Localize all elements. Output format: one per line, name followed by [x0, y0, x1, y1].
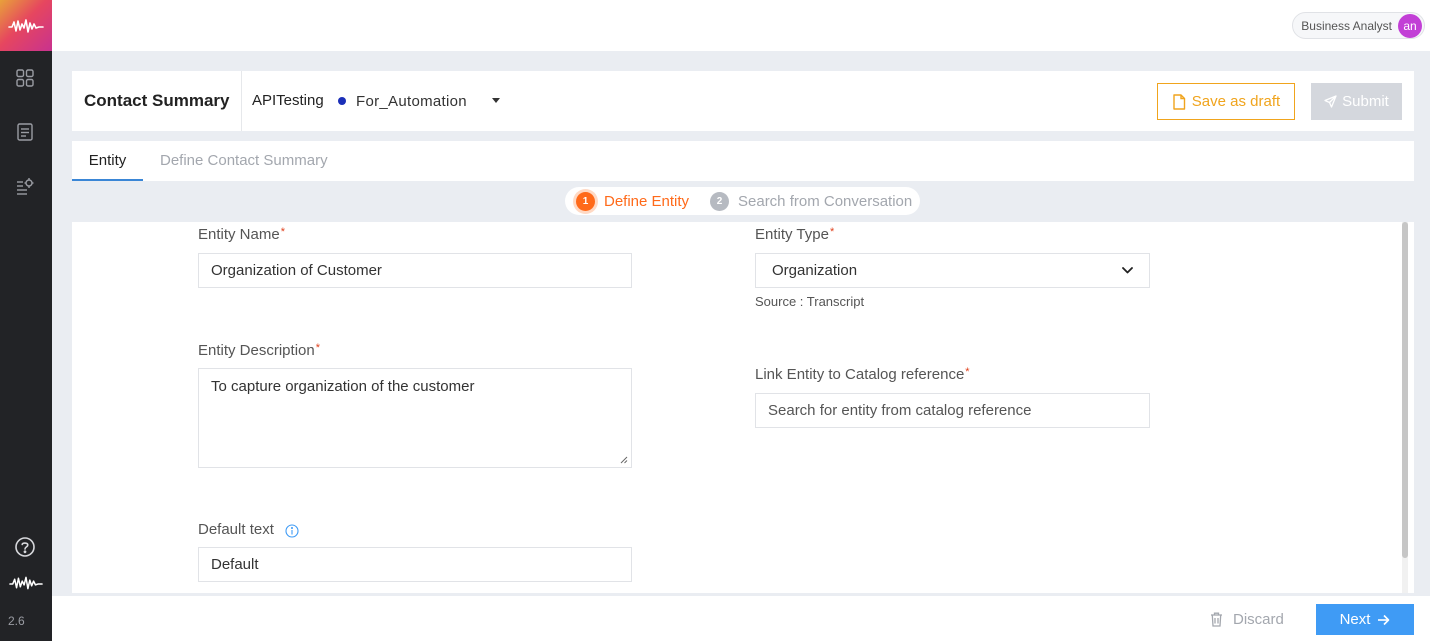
next-button[interactable]: Next	[1316, 604, 1414, 635]
environment-selector[interactable]: For_Automation	[356, 93, 467, 110]
environment-status-dot	[338, 97, 346, 105]
tab-entity[interactable]: Entity	[72, 141, 143, 181]
save-draft-button[interactable]: Save as draft	[1157, 83, 1295, 120]
header-divider	[241, 71, 242, 131]
top-bar: Business Analyst an	[52, 0, 1430, 51]
catalog-reference-placeholder: Search for entity from catalog reference	[768, 402, 1032, 419]
required-marker: *	[829, 226, 835, 238]
project-name: APITesting	[252, 92, 324, 109]
scrollbar-thumb[interactable]	[1402, 222, 1408, 558]
caret-down-icon[interactable]	[492, 98, 500, 103]
step-1-label[interactable]: Define Entity	[604, 193, 689, 210]
sidebar: 2.6	[0, 0, 52, 641]
discard-label: Discard	[1233, 610, 1284, 628]
page-title: Contact Summary	[84, 91, 230, 110]
entity-type-label: Entity Type*	[755, 226, 834, 243]
chevron-down-icon	[1122, 267, 1133, 274]
step-2-label[interactable]: Search from Conversation	[738, 193, 912, 210]
tab-define-contact-summary[interactable]: Define Contact Summary	[160, 141, 328, 181]
avatar: an	[1398, 13, 1422, 38]
entity-type-value: Organization	[772, 262, 858, 279]
grid-icon[interactable]	[14, 67, 36, 89]
entity-type-source-hint: Source : Transcript	[755, 294, 865, 309]
stepper: 1 Define Entity 2 Search from Conversati…	[565, 187, 920, 215]
submit-button[interactable]: Submit	[1311, 83, 1402, 120]
step-2-badge: 2	[710, 192, 729, 211]
catalog-reference-label-text: Link Entity to Catalog reference	[755, 366, 965, 383]
catalog-reference-label: Link Entity to Catalog reference*	[755, 366, 970, 383]
send-icon	[1324, 95, 1337, 108]
entity-type-label-text: Entity Type	[755, 226, 829, 243]
default-text-input[interactable]: Default	[198, 547, 632, 582]
page-header: Contact Summary APITesting For_Automatio…	[72, 71, 1414, 131]
app-version: 2.6	[8, 614, 25, 628]
entity-form: Entity Name* Organization of Customer En…	[72, 222, 1414, 593]
entity-description-label: Entity Description*	[198, 342, 320, 359]
footer-bar: Discard Next	[52, 596, 1430, 641]
required-marker: *	[965, 366, 970, 378]
save-draft-label: Save as draft	[1191, 93, 1281, 110]
entity-description-textarea[interactable]: To capture organization of the customer	[198, 368, 632, 468]
arrow-right-icon	[1378, 614, 1390, 625]
user-role: Business Analyst	[1301, 18, 1392, 33]
app-logo[interactable]	[0, 0, 52, 51]
tab-bar: Entity Define Contact Summary	[72, 141, 1414, 181]
entity-name-label: Entity Name*	[198, 226, 285, 243]
file-icon	[1173, 93, 1185, 110]
required-marker: *	[315, 342, 320, 354]
document-list-icon[interactable]	[14, 121, 36, 143]
waveform-logo-icon	[8, 18, 44, 33]
waveform-icon	[8, 572, 44, 594]
submit-label: Submit	[1342, 93, 1389, 110]
settings-list-icon[interactable]	[14, 175, 36, 197]
catalog-reference-search-input[interactable]: Search for entity from catalog reference	[755, 393, 1150, 428]
resize-handle-icon[interactable]	[620, 456, 628, 464]
trash-icon	[1211, 612, 1222, 627]
entity-description-label-text: Entity Description	[198, 342, 315, 359]
step-1-badge: 1	[576, 192, 595, 211]
info-icon[interactable]	[285, 524, 299, 538]
entity-description-value: To capture organization of the customer	[211, 378, 475, 395]
entity-type-select[interactable]: Organization	[755, 253, 1150, 288]
next-label: Next	[1339, 611, 1371, 628]
entity-name-input[interactable]: Organization of Customer	[198, 253, 632, 288]
required-marker: *	[280, 226, 285, 238]
entity-name-label-text: Entity Name	[198, 226, 280, 243]
default-text-label: Default text	[198, 521, 274, 538]
user-menu[interactable]: Business Analyst an	[1292, 12, 1425, 39]
help-icon[interactable]	[14, 536, 36, 558]
discard-button[interactable]: Discard	[1210, 608, 1284, 630]
